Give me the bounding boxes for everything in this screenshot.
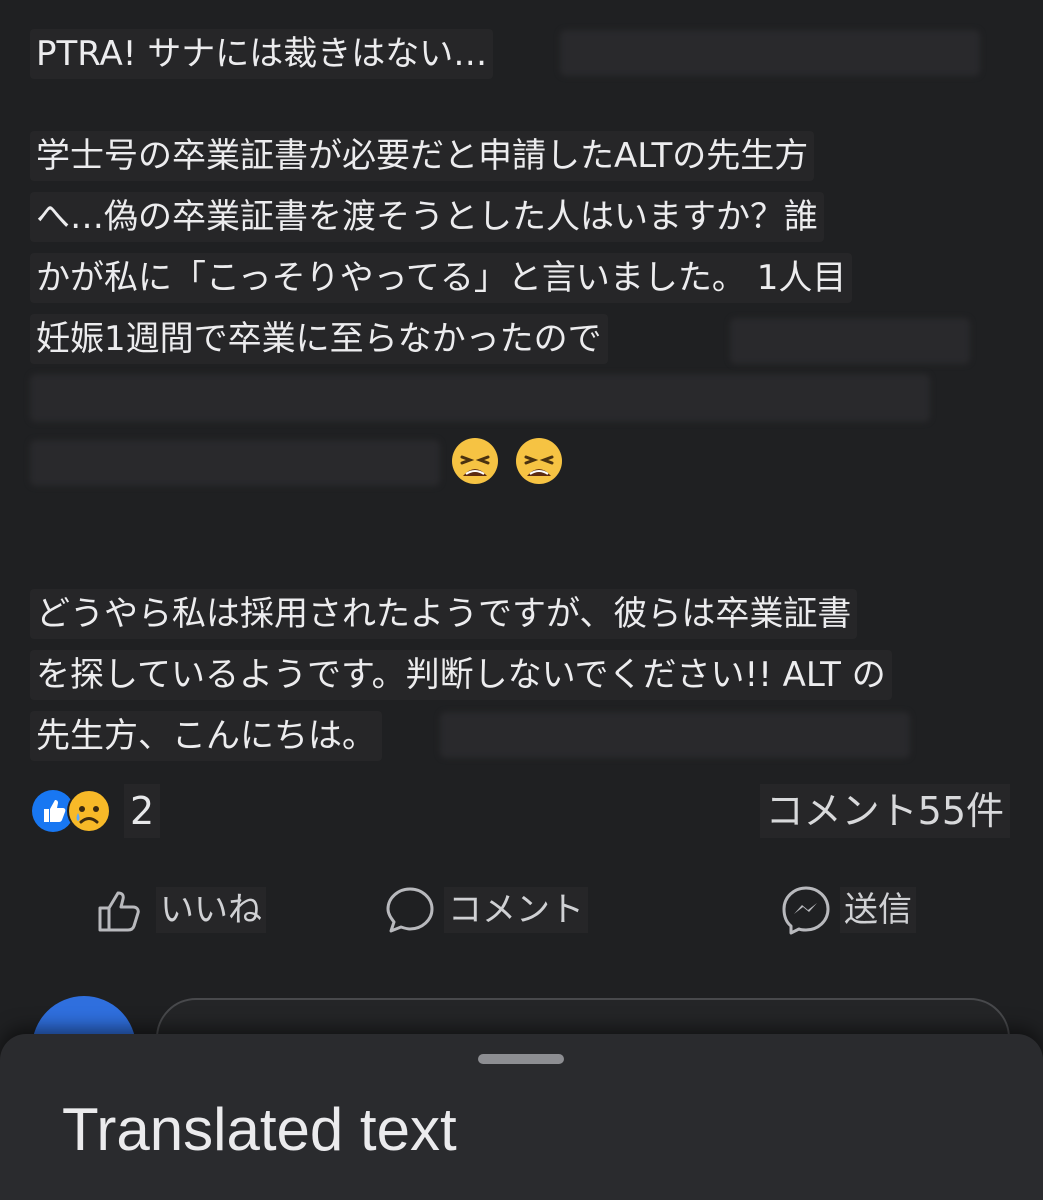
thumbs-up-icon bbox=[98, 891, 140, 932]
blurred-original-text bbox=[30, 440, 440, 486]
post-text-line: を探しているようです。判断しないでください!! ALT の bbox=[30, 650, 892, 700]
sad-reaction-icon[interactable] bbox=[66, 788, 112, 834]
blurred-original-text bbox=[30, 374, 930, 422]
post-action-bar: いいね コメント 送信 bbox=[0, 870, 1043, 950]
messenger-icon bbox=[782, 886, 830, 935]
post-stats: 2 コメント55件 bbox=[30, 784, 1010, 840]
reaction-count[interactable]: 2 bbox=[124, 784, 161, 838]
weary-face-emoji bbox=[452, 438, 498, 484]
blurred-original-text bbox=[440, 712, 910, 758]
post-text-line: 先生方、こんにちは。 bbox=[30, 711, 382, 761]
comment-bubble-icon bbox=[386, 887, 434, 933]
send-button[interactable]: 送信 bbox=[778, 870, 916, 950]
translated-text-sheet[interactable]: Translated text bbox=[0, 1034, 1043, 1200]
like-label: いいね bbox=[156, 887, 266, 933]
comment-label: コメント bbox=[444, 887, 588, 933]
weary-face-emoji bbox=[516, 438, 562, 484]
like-button[interactable]: いいね bbox=[94, 870, 266, 950]
drag-handle[interactable] bbox=[478, 1054, 564, 1064]
post-text-line: 学士号の卒業証書が必要だと申請したALTの先生方 bbox=[30, 131, 815, 181]
screen: PTRA! サナには裁きはない… 学士号の卒業証書が必要だと申請したALTの先生… bbox=[0, 0, 1043, 1200]
comment-button[interactable]: コメント bbox=[382, 870, 588, 950]
post-text-line: PTRA! サナには裁きはない… bbox=[30, 29, 494, 79]
send-label: 送信 bbox=[840, 887, 916, 933]
comment-count[interactable]: コメント55件 bbox=[759, 784, 1010, 838]
blurred-original-text bbox=[730, 318, 970, 364]
sheet-title: Translated text bbox=[62, 1096, 457, 1163]
post-text-line: 妊娠1週間で卒業に至らなかったので bbox=[30, 314, 608, 364]
blurred-original-text bbox=[560, 30, 980, 76]
post-text-line: かが私に「こっそりやってる」と言いました。 1人目 bbox=[30, 253, 853, 303]
post-text-line: どうやら私は採用されたようですが、彼らは卒業証書 bbox=[30, 589, 858, 639]
post-text-line: へ…偽の卒業証書を渡そうとした人はいますか？誰 bbox=[30, 192, 824, 242]
